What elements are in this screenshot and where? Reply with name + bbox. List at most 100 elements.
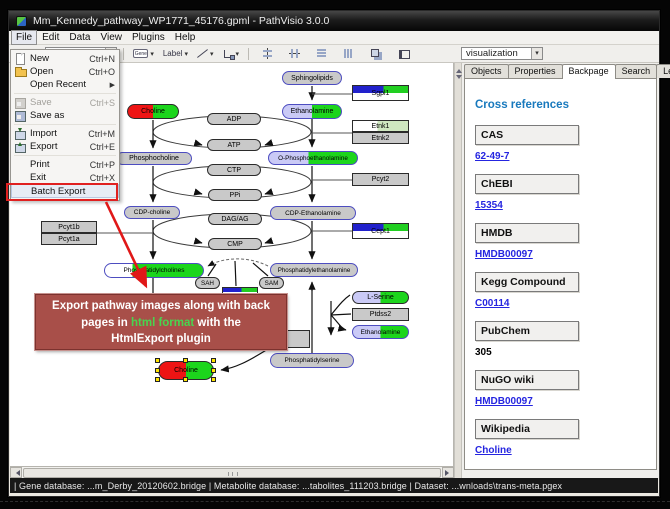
file-menu-item-save[interactable]: SaveCtrl+S [11, 96, 119, 109]
xref-value: C00114 [475, 298, 646, 309]
horizontal-scrollbar[interactable] [10, 466, 454, 478]
file-menu-item-import[interactable]: ImportCtrl+M [11, 127, 119, 140]
sidebar: ObjectsPropertiesBackpageSearchLegend Cr… [462, 63, 659, 478]
selection-handle[interactable] [155, 358, 160, 363]
node-l-serine[interactable]: L-Serine [352, 291, 409, 304]
xref-title: Kegg Compound [475, 272, 579, 292]
tab-properties[interactable]: Properties [508, 64, 563, 78]
node-choline-top[interactable]: Choline [127, 104, 179, 119]
node-cept1[interactable]: Cept1 [352, 223, 409, 239]
xref-title: PubChem [475, 321, 579, 341]
selection-handle[interactable] [155, 377, 160, 382]
callout-line2: pages in html format with the [36, 315, 286, 332]
selection-handle[interactable] [183, 358, 188, 363]
menubar-item-plugins[interactable]: Plugins [127, 31, 170, 44]
selection-handle[interactable] [183, 377, 188, 382]
menubar-item-view[interactable]: View [95, 31, 127, 44]
draw-line-button[interactable]: ▾ [194, 46, 217, 61]
node-phosphatidylcholines[interactable]: Phosphatidylcholines [104, 263, 204, 278]
selection-handle[interactable] [155, 368, 160, 373]
tab-objects[interactable]: Objects [464, 64, 509, 78]
chevron-down-icon[interactable]: ▾ [531, 48, 542, 59]
toolbar-separator [248, 48, 249, 60]
node-dag-ag[interactable]: DAG/AG [208, 213, 262, 225]
node-atp[interactable]: ATP [207, 139, 261, 151]
node-pcyt1b[interactable]: Pcyt1b [41, 221, 97, 233]
node-etnk1[interactable]: Etnk1 [352, 120, 409, 132]
node-ethanolamine-bottom[interactable]: Ethanolamine [352, 325, 409, 339]
file-menu-item-new[interactable]: NewCtrl+N [11, 52, 119, 65]
node-phosphatidylethanolamine[interactable]: Phosphatidylethanolamine [270, 263, 358, 277]
menu-item-label: Exit [30, 172, 86, 183]
file-menu-item-save-as[interactable]: Save as [11, 109, 119, 122]
title-bar[interactable]: Mm_Kennedy_pathway_WP1771_45176.gpml - P… [9, 11, 659, 31]
stack-horizontal-button[interactable] [340, 46, 357, 61]
node-ptdss2[interactable]: Ptdss2 [352, 308, 409, 321]
menu-item-shortcut: Ctrl+X [90, 173, 115, 183]
xref-link[interactable]: 15354 [475, 200, 503, 211]
file-menu-item-open-recent[interactable]: Open Recent▶ [11, 78, 119, 91]
visualization-combobox[interactable]: visualization ▾ [461, 47, 543, 60]
node-adp[interactable]: ADP [207, 113, 261, 125]
xref-link[interactable]: HMDB00097 [475, 396, 533, 407]
backpage-panel[interactable]: Cross references CAS62-49-7ChEBI15354HMD… [464, 78, 657, 470]
expression-data-heading: Expression data [475, 468, 646, 470]
align-vertical-center-icon [262, 48, 273, 59]
layout-button[interactable] [394, 46, 411, 61]
align-horizontal-center-icon [289, 48, 300, 59]
node-cmp[interactable]: CMP [208, 238, 262, 250]
align-vertical-center-button[interactable] [259, 46, 276, 61]
tab-backpage[interactable]: Backpage [562, 64, 616, 79]
menu-item-label: Open Recent [30, 79, 106, 90]
node-ppi[interactable]: PPi [208, 189, 262, 201]
menubar-item-help[interactable]: Help [170, 31, 201, 44]
selection-handle[interactable] [211, 358, 216, 363]
common-size-button[interactable] [367, 46, 384, 61]
draw-elbow-button[interactable]: ▾ [219, 46, 242, 61]
node-ctp[interactable]: CTP [207, 164, 261, 176]
xref-link[interactable]: 62-49-7 [475, 151, 509, 162]
node-pcyt1a[interactable]: Pcyt1a [41, 233, 97, 245]
xref-section-cas: CAS62-49-7 [475, 125, 646, 162]
xref-link[interactable]: Choline [475, 445, 512, 456]
menubar-item-edit[interactable]: Edit [37, 31, 64, 44]
node-cdp-choline[interactable]: CDP-choline [124, 206, 180, 219]
file-menu-item-export[interactable]: ExportCtrl+E [11, 140, 119, 153]
xref-link[interactable]: HMDB00097 [475, 249, 533, 260]
menu-item-label: Print [30, 159, 86, 170]
add-label-button[interactable]: Label ▾ [160, 46, 191, 61]
chevron-down-icon[interactable]: ▾ [150, 50, 154, 58]
menubar-item-file[interactable]: File [11, 30, 37, 45]
selection-handle[interactable] [211, 368, 216, 373]
node-pisd[interactable] [286, 330, 310, 348]
node-phosphatidylserine[interactable]: Phosphatidylserine [270, 353, 354, 368]
split-pane-divider[interactable] [454, 63, 462, 478]
tab-search[interactable]: Search [615, 64, 658, 78]
xref-link[interactable]: C00114 [475, 298, 509, 309]
chevron-down-icon[interactable]: ▾ [235, 50, 239, 58]
tab-legend[interactable]: Legend [656, 64, 670, 78]
chevron-down-icon[interactable]: ▾ [184, 50, 188, 58]
node-sphingolipids[interactable]: Sphingolipids [282, 71, 342, 85]
node-sah[interactable]: SAH [195, 277, 220, 289]
node-sam[interactable]: SAM [259, 277, 284, 289]
add-gene-button[interactable]: Gene ▾ [130, 46, 157, 61]
file-menu-item-print[interactable]: PrintCtrl+P [11, 158, 119, 171]
menubar-item-data[interactable]: Data [64, 31, 95, 44]
file-menu-item-open[interactable]: OpenCtrl+O [11, 65, 119, 78]
scroll-right-button[interactable] [442, 467, 454, 478]
node-pcyt2[interactable]: Pcyt2 [352, 173, 409, 186]
stack-vertical-button[interactable] [313, 46, 330, 61]
node-phosphocholine[interactable]: Phosphocholine [116, 152, 192, 165]
node-cdp-ethanolamine[interactable]: CDP-Ethanolamine [270, 206, 356, 220]
selection-handle[interactable] [211, 377, 216, 382]
node-ethanolamine-top[interactable]: Ethanolamine [282, 104, 342, 119]
align-horizontal-center-button[interactable] [286, 46, 303, 61]
scroll-left-button[interactable] [10, 467, 22, 478]
node-etnk2[interactable]: Etnk2 [352, 132, 409, 144]
scrollbar-thumb[interactable] [23, 468, 441, 478]
chevron-down-icon[interactable]: ▾ [210, 50, 214, 58]
callout-line3: HtmlExport plugin [36, 331, 286, 348]
node-o-phosphoethanolamine[interactable]: O-Phosphoethanolamine [268, 151, 358, 165]
node-sgpl1[interactable]: Sgpl1 [352, 85, 409, 101]
